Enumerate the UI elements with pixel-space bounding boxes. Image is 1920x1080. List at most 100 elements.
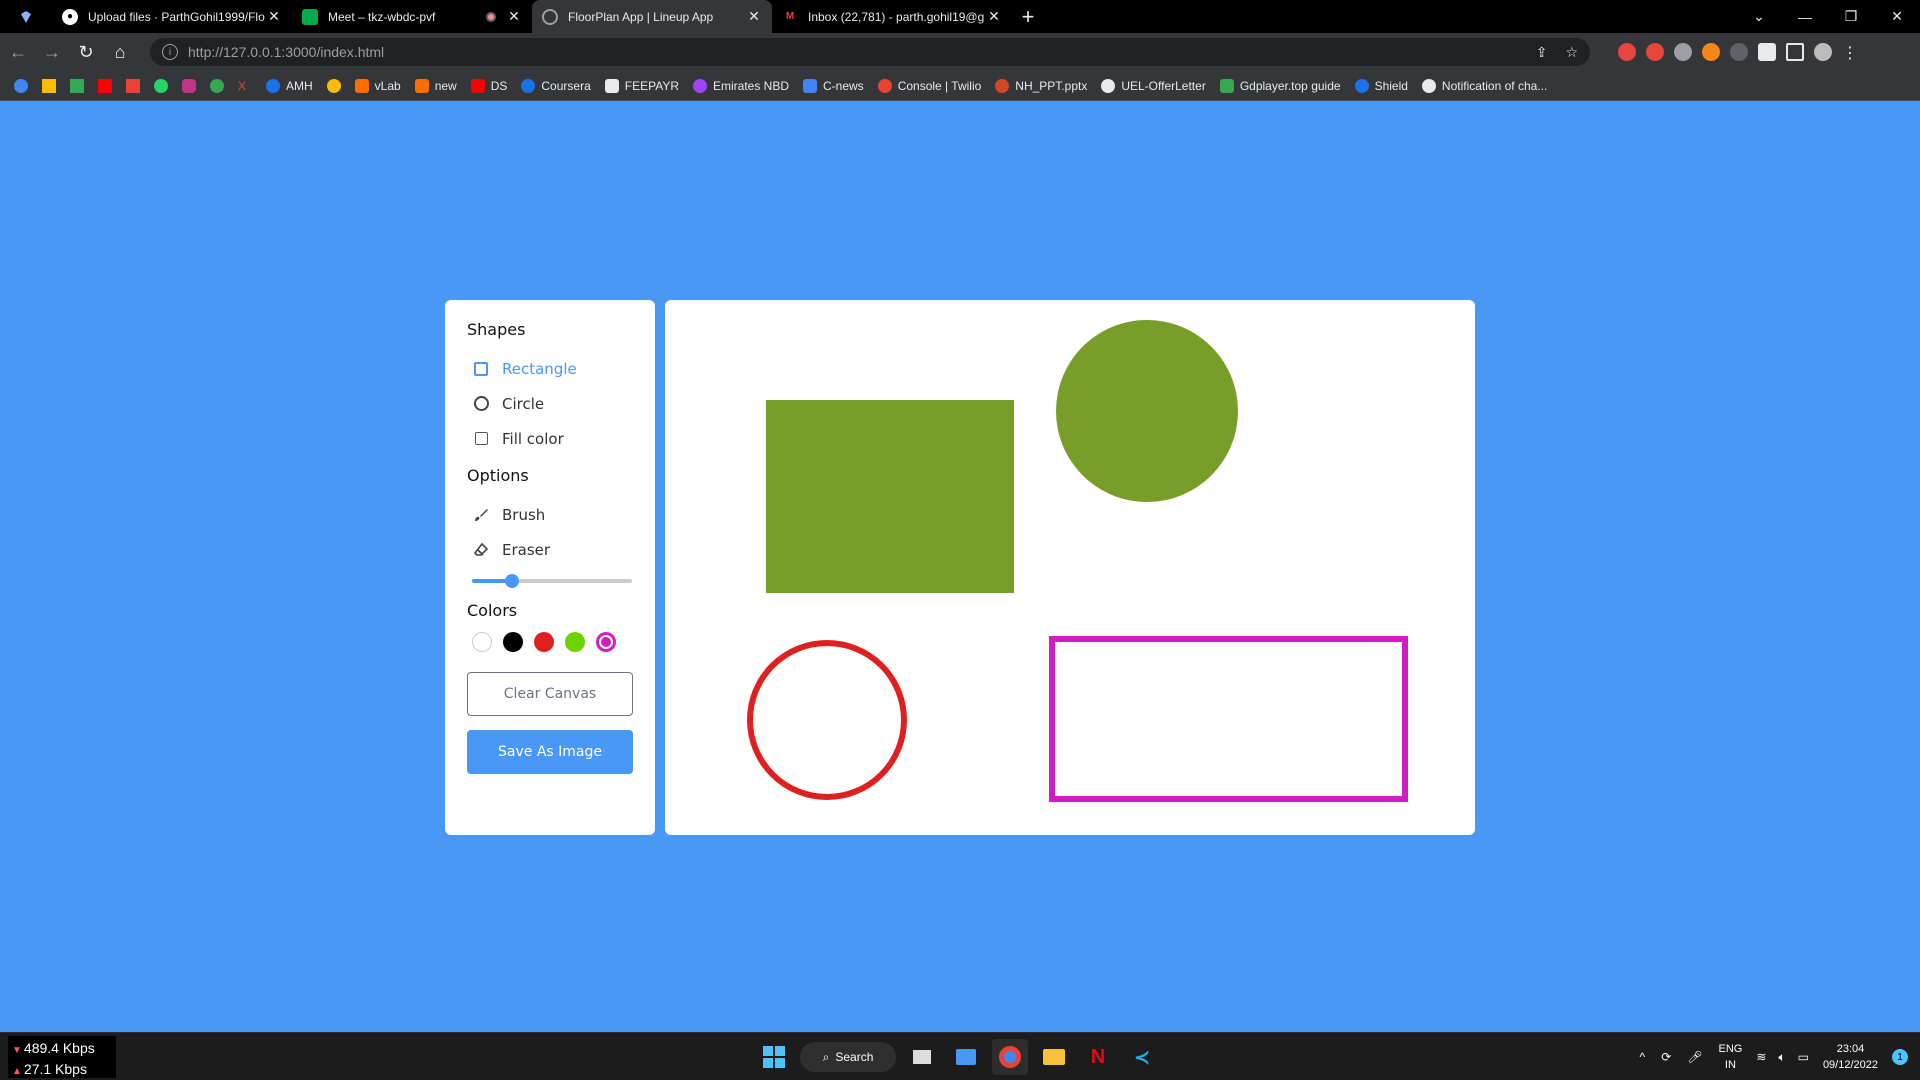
adblock-icon[interactable]: [1646, 43, 1664, 61]
bookmark-item[interactable]: C-news: [803, 78, 864, 93]
bookmark-item[interactable]: FEEPAYR: [604, 78, 679, 93]
close-window-button[interactable]: ✕: [1874, 0, 1920, 33]
bookmark-item[interactable]: Notification of cha...: [1421, 78, 1547, 93]
bookmark-item[interactable]: DS: [470, 78, 507, 93]
close-icon[interactable]: ✕: [506, 8, 522, 25]
clock[interactable]: 23:04 09/12/2022: [1823, 1041, 1878, 1073]
bookmark-item[interactable]: UEL-OfferLetter: [1101, 78, 1206, 93]
save-image-button[interactable]: Save As Image: [467, 730, 633, 774]
bookmark-item[interactable]: Coursera: [521, 78, 591, 93]
gmail-bookmark-icon[interactable]: [126, 78, 140, 93]
clear-canvas-button[interactable]: Clear Canvas: [467, 672, 633, 716]
color-swatch[interactable]: [503, 632, 523, 652]
tab-search-button[interactable]: [0, 0, 52, 33]
x-icon[interactable]: X: [238, 79, 252, 93]
color-swatch[interactable]: [534, 632, 554, 652]
bookmark-item[interactable]: vLab: [354, 78, 401, 93]
new-tab-button[interactable]: +: [1012, 0, 1044, 33]
tool-rectangle[interactable]: Rectangle: [467, 351, 633, 386]
bookmark-item[interactable]: NH_PPT.pptx: [995, 78, 1087, 93]
emoji-icon[interactable]: [326, 78, 341, 93]
bookmark-icon[interactable]: [210, 78, 224, 93]
info-icon[interactable]: i: [162, 44, 178, 60]
menu-icon[interactable]: ⋮: [1842, 43, 1858, 62]
tool-eraser[interactable]: Eraser: [467, 532, 633, 567]
canvas-svg: [747, 320, 1408, 802]
globe-extension-icon[interactable]: [1674, 43, 1692, 61]
taskbar-search[interactable]: ⌕ Search: [800, 1042, 896, 1072]
wifi-icon[interactable]: ≋: [1756, 1050, 1766, 1064]
network-monitor: ▼ 489.4 Kbps ▲ 27.1 Kbps: [8, 1036, 116, 1078]
tab-list-icon[interactable]: ⌄: [1736, 0, 1782, 33]
whatsapp-icon[interactable]: [154, 78, 168, 93]
minimize-button[interactable]: —: [1782, 0, 1828, 33]
bookmark-star-icon[interactable]: ☆: [1565, 44, 1578, 61]
tab-title: Inbox (22,781) - parth.gohil19@g: [808, 9, 985, 24]
tab-gmail[interactable]: M Inbox (22,781) - parth.gohil19@g ✕: [772, 0, 1012, 33]
close-icon[interactable]: ✕: [986, 8, 1002, 25]
eraser-icon: [472, 541, 490, 559]
tab-floorplan[interactable]: FloorPlan App | Lineup App ✕: [532, 0, 772, 33]
file-explorer-icon[interactable]: [1036, 1039, 1072, 1075]
outlined-circle: [747, 640, 907, 800]
extension-icon[interactable]: [1730, 43, 1748, 61]
chevron-up-icon[interactable]: ^: [1640, 1050, 1646, 1064]
address-bar[interactable]: i http://127.0.0.1:3000/index.html ⇪ ☆: [150, 38, 1590, 66]
bookmark-item[interactable]: AMH: [266, 78, 313, 93]
bookmark-item[interactable]: Console | Twilio: [877, 78, 981, 93]
color-swatch[interactable]: [472, 632, 492, 652]
tool-circle[interactable]: Circle: [467, 386, 633, 421]
bookmark-item[interactable]: Shield: [1354, 78, 1408, 93]
tab-github[interactable]: ● Upload files · ParthGohil1999/Flo ✕: [52, 0, 292, 33]
chrome-icon[interactable]: [992, 1039, 1028, 1075]
language-indicator[interactable]: ENG IN: [1718, 1041, 1742, 1073]
slider-thumb[interactable]: [505, 574, 519, 588]
rectangle-icon: [472, 360, 490, 378]
brush-size-slider[interactable]: [472, 571, 632, 591]
vscode-icon[interactable]: ≺: [1124, 1039, 1160, 1075]
close-icon[interactable]: ✕: [266, 8, 282, 25]
microphone-icon[interactable]: 🎤︎: [1687, 1050, 1702, 1064]
reload-button[interactable]: ↻: [70, 36, 102, 68]
profile-avatar[interactable]: [1814, 43, 1832, 61]
metamask-icon[interactable]: [1702, 43, 1720, 61]
bookmark-item[interactable]: new: [414, 78, 457, 93]
upload-arrow-icon: ▲: [12, 1066, 22, 1077]
search-icon: ⌕: [822, 1049, 830, 1064]
drive-icon[interactable]: [42, 78, 56, 93]
volume-icon[interactable]: 🔈︎: [1778, 1050, 1785, 1065]
forward-button[interactable]: →: [36, 36, 68, 68]
home-button[interactable]: ⌂: [104, 36, 136, 68]
filled-circle: [1056, 320, 1238, 502]
google-icon[interactable]: [14, 78, 28, 93]
fill-color-checkbox[interactable]: Fill color: [467, 421, 633, 456]
close-icon[interactable]: ✕: [746, 8, 762, 25]
instagram-icon[interactable]: [182, 78, 196, 93]
puzzle-icon[interactable]: [1758, 43, 1776, 61]
restore-button[interactable]: ❐: [1828, 0, 1874, 33]
share-icon[interactable]: ⇪: [1536, 44, 1548, 61]
sync-icon[interactable]: ⟳: [1661, 1050, 1671, 1064]
drawing-canvas[interactable]: [665, 300, 1475, 835]
notification-badge[interactable]: 1: [1892, 1049, 1908, 1065]
chrome-gem-icon: [21, 10, 31, 23]
tab-title: Meet – tkz-wbdc-pvf: [328, 9, 436, 24]
sidepanel-icon[interactable]: [1786, 43, 1804, 61]
extension-icon[interactable]: [1618, 43, 1636, 61]
photos-icon[interactable]: [70, 78, 84, 93]
bookmark-item[interactable]: Emirates NBD: [692, 78, 789, 93]
youtube-icon[interactable]: [98, 78, 112, 93]
battery-icon[interactable]: ▭: [1798, 1050, 1809, 1064]
color-swatch[interactable]: [565, 632, 585, 652]
tab-meet[interactable]: Meet – tkz-wbdc-pvf ✕: [292, 0, 532, 33]
widgets-icon[interactable]: [948, 1039, 984, 1075]
github-icon: ●: [62, 8, 78, 25]
task-view-icon[interactable]: [904, 1039, 940, 1075]
tool-brush[interactable]: Brush: [467, 497, 633, 532]
back-button[interactable]: ←: [2, 36, 34, 68]
netflix-icon[interactable]: N: [1080, 1039, 1116, 1075]
bookmark-item[interactable]: Gdplayer.top guide: [1219, 78, 1341, 93]
start-icon[interactable]: [756, 1039, 792, 1075]
brush-icon: [472, 506, 490, 524]
color-swatch[interactable]: [596, 632, 616, 652]
